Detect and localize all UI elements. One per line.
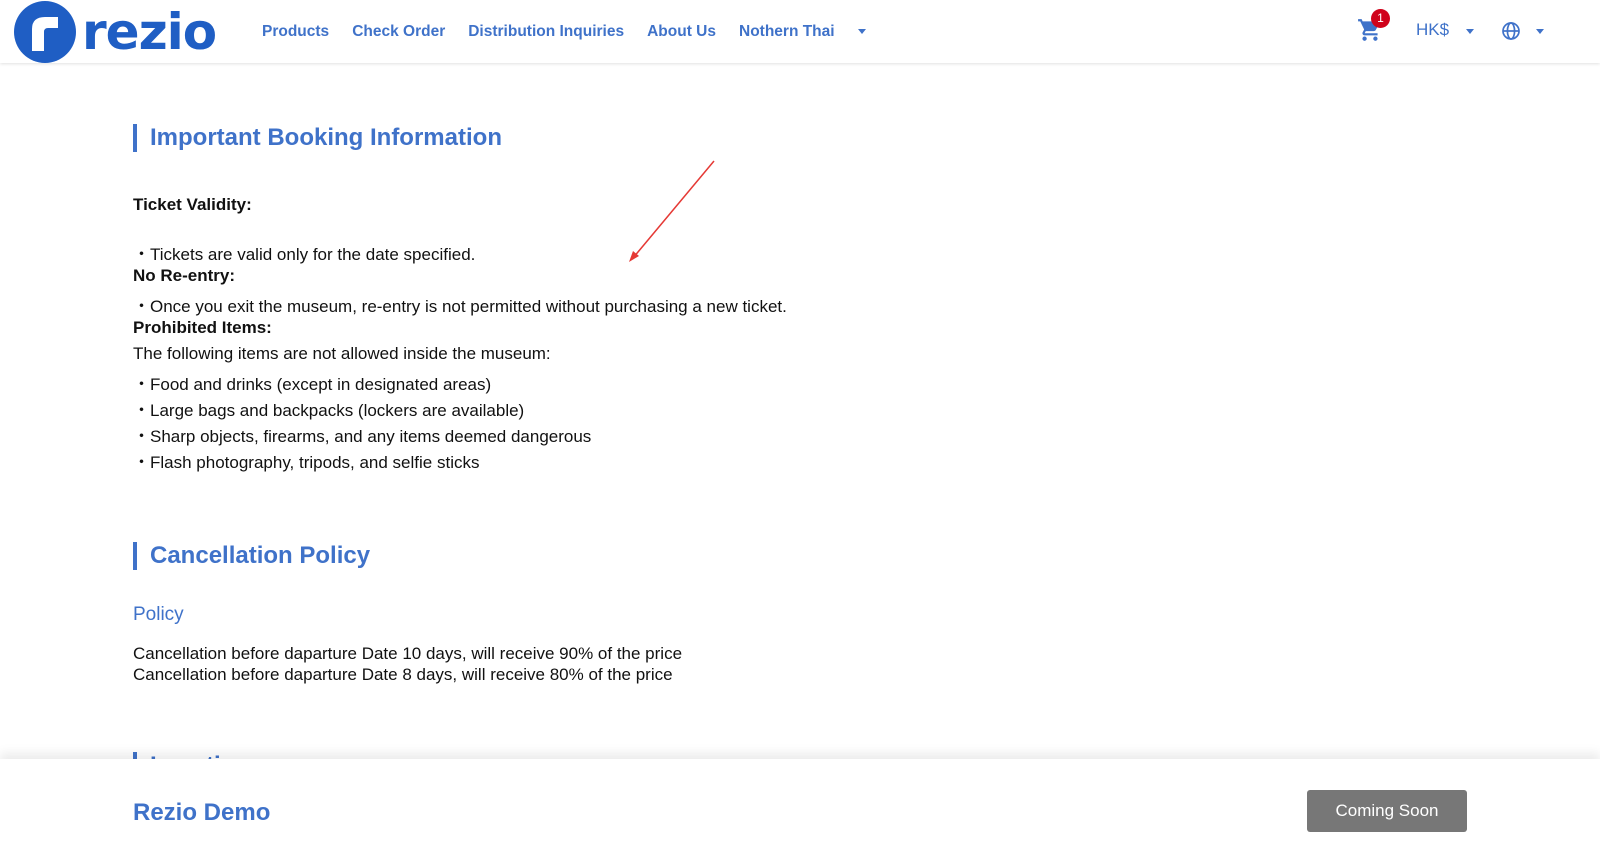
ticket-validity-item: ・Tickets are valid only for the date spe… (133, 245, 476, 264)
rezio-logo[interactable]: rezio (14, 0, 217, 63)
list-item: ・Flash photography, tripods, and selfie … (133, 453, 480, 472)
cancellation-line: Cancellation before daparture Date 10 da… (133, 644, 683, 663)
currency-chevron-down-icon[interactable] (1466, 29, 1474, 34)
nav-products[interactable]: Products (262, 23, 329, 41)
logo-mark-icon (14, 0, 76, 63)
cart-count-badge: 1 (1371, 9, 1390, 28)
sticky-footer-bar: Rezio Demo Coming Soon (0, 759, 1600, 862)
list-item: ・Food and drinks (except in designated a… (133, 375, 492, 394)
policy-label: Policy (133, 604, 184, 625)
nav-more-chevron-down-icon[interactable] (857, 29, 866, 34)
currency-selector[interactable]: HK$ (1416, 20, 1449, 40)
product-title: Rezio Demo (133, 799, 271, 826)
nav-about-us[interactable]: About Us (647, 23, 716, 41)
logo-text: rezio (82, 2, 217, 61)
annotation-arrow-icon (629, 160, 715, 262)
prohibited-heading: Prohibited Items: (133, 318, 272, 337)
prohibited-intro: The following items are not allowed insi… (133, 344, 551, 363)
booking-info-title: Important Booking Information (133, 124, 502, 152)
language-chevron-down-icon[interactable] (1536, 29, 1544, 34)
coming-soon-button[interactable]: Coming Soon (1307, 790, 1467, 832)
cancellation-line: Cancellation before daparture Date 8 day… (133, 665, 673, 684)
nav-nothern-thai[interactable]: Nothern Thai (739, 23, 835, 41)
ticket-validity-heading: Ticket Validity: (133, 195, 252, 214)
nav-distribution-inquiries[interactable]: Distribution Inquiries (468, 23, 624, 41)
main-nav: Products Check Order Distribution Inquir… (262, 0, 866, 63)
nav-check-order[interactable]: Check Order (352, 23, 445, 41)
reentry-item: ・Once you exit the museum, re-entry is n… (133, 297, 787, 316)
globe-icon[interactable] (1501, 21, 1521, 46)
list-item: ・Sharp objects, firearms, and any items … (133, 427, 592, 446)
location-title: Location (133, 752, 250, 759)
list-item: ・Large bags and backpacks (lockers are a… (133, 401, 525, 420)
top-navbar: rezio Products Check Order Distribution … (0, 0, 1600, 63)
reentry-heading: No Re-entry: (133, 266, 236, 285)
cancellation-policy-title: Cancellation Policy (133, 542, 370, 570)
